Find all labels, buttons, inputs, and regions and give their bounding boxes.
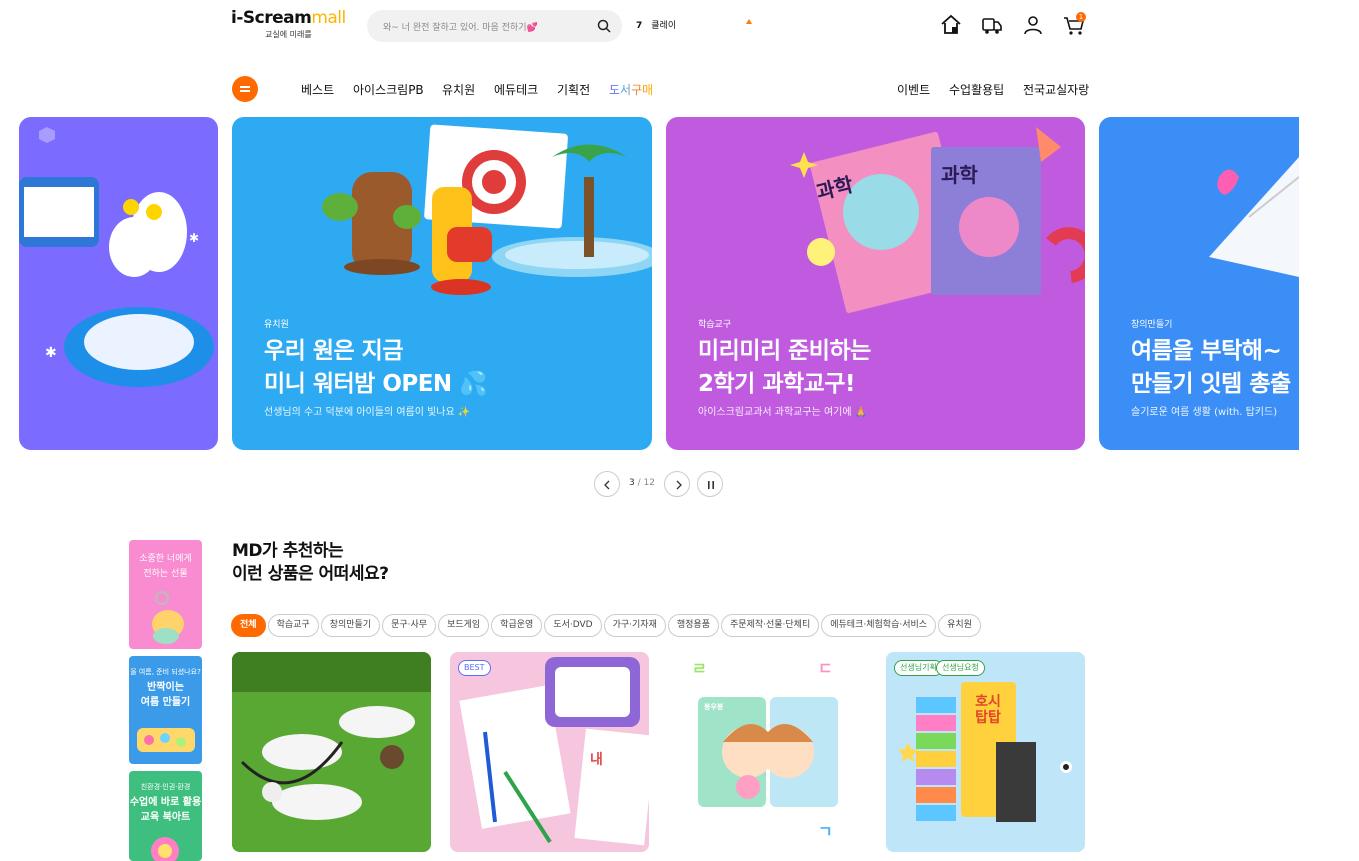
chip-class-management[interactable]: 학급운영: [491, 614, 543, 637]
nav-event[interactable]: 이벤트: [897, 81, 930, 98]
banner-slide-kindergarten[interactable]: 유치원 우리 원은 지금 미니 워터밤 OPEN 💦 선생님의 수고 덕분에 아이…: [232, 117, 652, 450]
logo-wordmark: i-Screammall: [231, 8, 346, 28]
banner-subtitle: 슬기로운 여름 생활 (with. 탑키드): [1131, 407, 1278, 418]
banner-slide-next[interactable]: 창의만들기 여름을 부탁해~ 만들기 잇템 총출 슬기로운 여름 생활 (with…: [1099, 117, 1299, 450]
rank-term: 클레이: [651, 21, 677, 31]
side-card-caption: 친환경·인권·환경: [140, 783, 191, 791]
banner-category: 유치원: [264, 320, 289, 330]
menu-bar-bottom: [240, 90, 250, 92]
search-input[interactable]: 와~ 너 완전 잘하고 있어. 마음 전하기💕: [383, 20, 538, 33]
search-bar[interactable]: 와~ 너 완전 잘하고 있어. 마음 전하기💕: [367, 10, 622, 42]
chip-all[interactable]: 전체: [231, 614, 266, 637]
banner-subtitle: 선생님의 수고 덕분에 아이들의 여름이 빛나요 ✨: [264, 407, 471, 418]
nav-classroom-show[interactable]: 전국교실자랑: [1023, 81, 1089, 98]
chip-learning-tools[interactable]: 학습교구: [267, 614, 319, 637]
carousel-next-button[interactable]: [664, 471, 690, 497]
chip-board-games[interactable]: 보드게임: [438, 614, 490, 637]
side-card-gift[interactable]: 소중한 너에게 전하는 선물: [129, 540, 202, 649]
chevron-right-icon: [676, 480, 682, 490]
logo-tagline: 교실에 미래를: [265, 30, 312, 39]
bookart-illustration: [151, 837, 179, 861]
summer-craft-illustration: [137, 728, 195, 752]
nav-best[interactable]: 베스트: [301, 81, 334, 98]
banner-title: 미리미리 준비하는 2학기 과학교구!: [698, 338, 871, 397]
carousel-counter: 3 / 12: [629, 478, 655, 488]
user-icon[interactable]: [1021, 13, 1045, 37]
product-image: ㄹ ㄷ ㄱ: [668, 652, 867, 852]
search-icon[interactable]: [596, 18, 612, 34]
rank-number: 7: [636, 21, 643, 31]
nav-class-tips[interactable]: 수업활용팁: [949, 81, 1004, 98]
svg-text:ㄷ: ㄷ: [818, 659, 833, 678]
svg-text:✱: ✱: [189, 231, 199, 245]
nav-icecream-pb[interactable]: 아이스크림PB: [353, 81, 424, 98]
nav-special[interactable]: 기획전: [557, 81, 590, 98]
product-card[interactable]: ㄹ ㄷ ㄱ 봉우봉: [668, 652, 867, 852]
rank-up-icon: [746, 19, 752, 24]
side-card-summer[interactable]: 올 여름, 준비 되셨나요? 반짝이는 여름 만들기: [129, 656, 202, 764]
chip-admin-supplies[interactable]: 행정용품: [667, 614, 719, 637]
banner-title: 여름을 부탁해~ 만들기 잇템 총출: [1131, 338, 1291, 397]
badge-best: BEST: [458, 660, 491, 676]
banner-category: 창의만들기: [1131, 320, 1173, 330]
svg-text:✱: ✱: [45, 345, 57, 361]
product-card[interactable]: 내 BEST: [450, 652, 649, 852]
side-card-title: 수업에 바로 활용 교육 북아트: [129, 797, 202, 823]
svg-text:과학: 과학: [941, 163, 978, 187]
nav-edutech[interactable]: 에듀테크: [494, 81, 538, 98]
chip-edutech-services[interactable]: 에듀테크·체험학습·서비스: [821, 614, 937, 637]
chevron-left-icon: [604, 480, 610, 490]
nav-book-purchase[interactable]: 도서구매: [609, 81, 653, 98]
carousel-pause-button[interactable]: [697, 471, 723, 497]
banner-title: 우리 원은 지금 미니 워터밤 OPEN 💦: [264, 338, 488, 397]
category-menu-button[interactable]: [232, 76, 258, 102]
card-inner-label: 봉우봉: [704, 703, 724, 711]
banner-category: 학습교구: [698, 320, 732, 330]
page: i-Screammall 교실에 미래를 와~ 너 완전 잘하고 있어. 마음 …: [0, 0, 1359, 861]
side-card-caption: 올 여름, 준비 되셨나요?: [130, 668, 201, 676]
product-image: 내: [450, 652, 649, 852]
chip-creative-craft[interactable]: 창의만들기: [320, 614, 381, 637]
carousel-prev-button[interactable]: [594, 471, 620, 497]
chip-custom-order[interactable]: 주문제작·선물·단체티: [721, 614, 820, 637]
menu-bar-top: [240, 86, 250, 88]
chip-books-dvd[interactable]: 도서·DVD: [544, 614, 602, 637]
side-card-bookart[interactable]: 친환경·인권·환경 수업에 바로 활용 교육 북아트: [129, 771, 202, 861]
md-section-title: MD가 추천하는 이런 상품은 어떠세요?: [232, 541, 389, 584]
product-image: [886, 652, 1085, 852]
product-card[interactable]: 호시 탑탑 선생님기획 선생님요청: [886, 652, 1085, 852]
cart-count-badge: 1: [1076, 12, 1086, 22]
product-card[interactable]: [232, 652, 431, 852]
product-image: [232, 652, 431, 852]
home-icon[interactable]: [939, 13, 963, 37]
svg-text:내: 내: [590, 752, 603, 768]
category-filter-chips: 전체 학습교구 창의만들기 문구·사무 보드게임 학급운영 도서·DVD 가구·기자재 행정용품…: [231, 612, 983, 637]
side-card-title: 반짝이는 여름 만들기: [140, 682, 191, 708]
logo[interactable]: i-Screammall 교실에 미래를: [231, 8, 351, 44]
banner-slide-science[interactable]: 과학 과학 학습교구 미리미리 준비하는 2학기 과학교구! 아이스크림교과서 과…: [666, 117, 1085, 450]
svg-text:ㄹ: ㄹ: [692, 659, 707, 678]
banner-subtitle: 아이스크림교과서 과학교구는 여기에 🙏: [698, 407, 868, 418]
realtime-rank[interactable]: 7 클레이: [636, 18, 676, 31]
pause-icon: [708, 481, 714, 489]
banner-slide-prev[interactable]: ✱ ✱ !!: [19, 117, 218, 450]
box-title: 호시 탑탑: [975, 694, 1001, 726]
chip-furniture[interactable]: 가구·기자재: [603, 614, 666, 637]
chip-kindergarten[interactable]: 유치원: [938, 614, 981, 637]
svg-text:ㄱ: ㄱ: [818, 822, 833, 841]
delivery-truck-icon[interactable]: [980, 13, 1004, 37]
badge-teacher-request: 선생님요청: [936, 660, 985, 676]
banner-illustration: ✱ ✱: [19, 127, 214, 387]
chip-stationery[interactable]: 문구·사무: [382, 614, 437, 637]
keyring-illustration: [152, 591, 184, 644]
nav-kindergarten[interactable]: 유치원: [442, 81, 475, 98]
side-card-title: 소중한 너에게 전하는 선물: [139, 554, 192, 579]
